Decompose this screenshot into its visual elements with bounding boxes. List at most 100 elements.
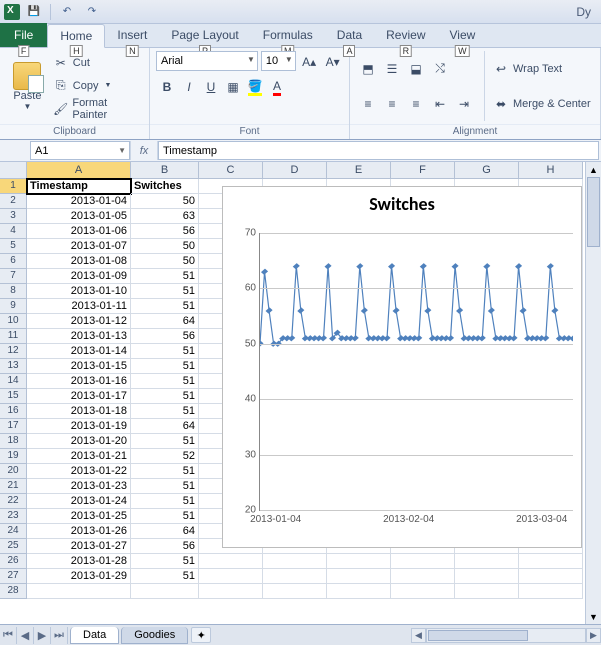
cell[interactable]: 51 — [131, 344, 199, 359]
scroll-track[interactable] — [586, 177, 601, 609]
sheet-nav-last[interactable]: ⏭ — [51, 627, 68, 644]
cell[interactable]: 51 — [131, 464, 199, 479]
font-name-combo[interactable]: Arial▼ — [156, 51, 258, 71]
cell[interactable]: 50 — [131, 254, 199, 269]
horizontal-scrollbar[interactable]: ◀ ▶ — [411, 628, 601, 643]
column-header-B[interactable]: B — [131, 162, 199, 179]
row-header[interactable]: 20 — [0, 464, 27, 479]
qat-save-button[interactable]: 💾 — [23, 2, 45, 22]
tab-data[interactable]: DataA — [325, 23, 374, 47]
cell[interactable] — [263, 554, 327, 569]
cell[interactable]: 51 — [131, 554, 199, 569]
cell[interactable]: 2013-01-18 — [27, 404, 131, 419]
row-header[interactable]: 8 — [0, 284, 27, 299]
cell[interactable] — [519, 584, 583, 599]
wrap-text-button[interactable]: ↩Wrap Text — [493, 59, 591, 79]
row-header[interactable]: 16 — [0, 404, 27, 419]
column-header-H[interactable]: H — [519, 162, 583, 179]
scroll-right-button[interactable]: ▶ — [586, 628, 601, 643]
cell[interactable]: 2013-01-24 — [27, 494, 131, 509]
align-right-button[interactable]: ≡ — [404, 93, 428, 115]
fill-color-button[interactable]: 🪣 — [244, 76, 266, 98]
cell[interactable]: 2013-01-20 — [27, 434, 131, 449]
cell[interactable]: 2013-01-07 — [27, 239, 131, 254]
cell[interactable]: 64 — [131, 419, 199, 434]
cell[interactable]: 2013-01-19 — [27, 419, 131, 434]
cell[interactable]: 2013-01-14 — [27, 344, 131, 359]
italic-button[interactable]: I — [178, 76, 200, 98]
cell[interactable]: 2013-01-27 — [27, 539, 131, 554]
scroll-track[interactable] — [426, 628, 586, 643]
tab-file[interactable]: File F — [0, 23, 47, 47]
cell[interactable]: 64 — [131, 524, 199, 539]
cell[interactable]: 2013-01-26 — [27, 524, 131, 539]
vertical-scrollbar[interactable]: ▲ ▼ — [585, 162, 601, 624]
cell[interactable]: 52 — [131, 449, 199, 464]
cell[interactable] — [199, 584, 263, 599]
align-bottom-button[interactable]: ⬓ — [404, 58, 428, 80]
cell[interactable]: 2013-01-12 — [27, 314, 131, 329]
scroll-down-button[interactable]: ▼ — [586, 609, 601, 624]
row-header[interactable]: 9 — [0, 299, 27, 314]
row-header[interactable]: 13 — [0, 359, 27, 374]
cell[interactable]: Switches — [131, 179, 199, 194]
tab-review[interactable]: ReviewR — [374, 23, 437, 47]
tab-view[interactable]: ViewW — [438, 23, 488, 47]
tab-home[interactable]: HomeH — [47, 24, 105, 48]
name-box[interactable]: A1▼ — [30, 141, 130, 160]
cell[interactable]: 2013-01-16 — [27, 374, 131, 389]
cell[interactable]: 2013-01-05 — [27, 209, 131, 224]
cell[interactable]: 2013-01-17 — [27, 389, 131, 404]
align-left-button[interactable]: ≡ — [356, 93, 380, 115]
row-header[interactable]: 23 — [0, 509, 27, 524]
embedded-chart[interactable]: Switches 2030405060702013-01-042013-02-0… — [222, 186, 582, 548]
cell[interactable]: 51 — [131, 359, 199, 374]
tab-page-layout[interactable]: Page LayoutP — [159, 23, 250, 47]
row-header[interactable]: 7 — [0, 269, 27, 284]
cell[interactable]: 56 — [131, 329, 199, 344]
scroll-left-button[interactable]: ◀ — [411, 628, 426, 643]
merge-center-button[interactable]: ⬌Merge & Center — [493, 94, 591, 114]
cell[interactable]: 56 — [131, 224, 199, 239]
row-header[interactable]: 4 — [0, 224, 27, 239]
row-header[interactable]: 18 — [0, 434, 27, 449]
row-header[interactable]: 15 — [0, 389, 27, 404]
cell[interactable]: 2013-01-06 — [27, 224, 131, 239]
cell[interactable] — [131, 584, 199, 599]
cell[interactable] — [327, 584, 391, 599]
column-header-A[interactable]: A — [27, 162, 131, 179]
cell[interactable]: 56 — [131, 539, 199, 554]
cell[interactable]: 51 — [131, 479, 199, 494]
cell[interactable] — [327, 569, 391, 584]
cell[interactable]: 51 — [131, 509, 199, 524]
cell[interactable]: 64 — [131, 314, 199, 329]
cell[interactable]: 2013-01-09 — [27, 269, 131, 284]
row-header[interactable]: 28 — [0, 584, 27, 599]
cell[interactable]: 2013-01-29 — [27, 569, 131, 584]
tab-formulas[interactable]: FormulasM — [251, 23, 325, 47]
row-header[interactable]: 27 — [0, 569, 27, 584]
cell[interactable]: 2013-01-13 — [27, 329, 131, 344]
cell[interactable]: 51 — [131, 389, 199, 404]
column-header-D[interactable]: D — [263, 162, 327, 179]
cell[interactable] — [391, 584, 455, 599]
decrease-indent-button[interactable]: ⇤ — [428, 93, 452, 115]
cell[interactable] — [455, 569, 519, 584]
row-header[interactable]: 17 — [0, 419, 27, 434]
cell[interactable] — [519, 569, 583, 584]
cell[interactable] — [263, 569, 327, 584]
row-header[interactable]: 6 — [0, 254, 27, 269]
cell[interactable] — [199, 569, 263, 584]
column-header-C[interactable]: C — [199, 162, 263, 179]
row-header[interactable]: 24 — [0, 524, 27, 539]
cell[interactable]: 2013-01-04 — [27, 194, 131, 209]
font-size-combo[interactable]: 10▼ — [261, 51, 296, 71]
column-header-G[interactable]: G — [455, 162, 519, 179]
cell[interactable]: 50 — [131, 239, 199, 254]
cell[interactable] — [455, 584, 519, 599]
align-top-button[interactable]: ⬒ — [356, 58, 380, 80]
cell[interactable]: 2013-01-10 — [27, 284, 131, 299]
row-header[interactable]: 1 — [0, 179, 27, 194]
cell[interactable]: 51 — [131, 299, 199, 314]
decrease-font-button[interactable]: A▾ — [322, 51, 343, 73]
